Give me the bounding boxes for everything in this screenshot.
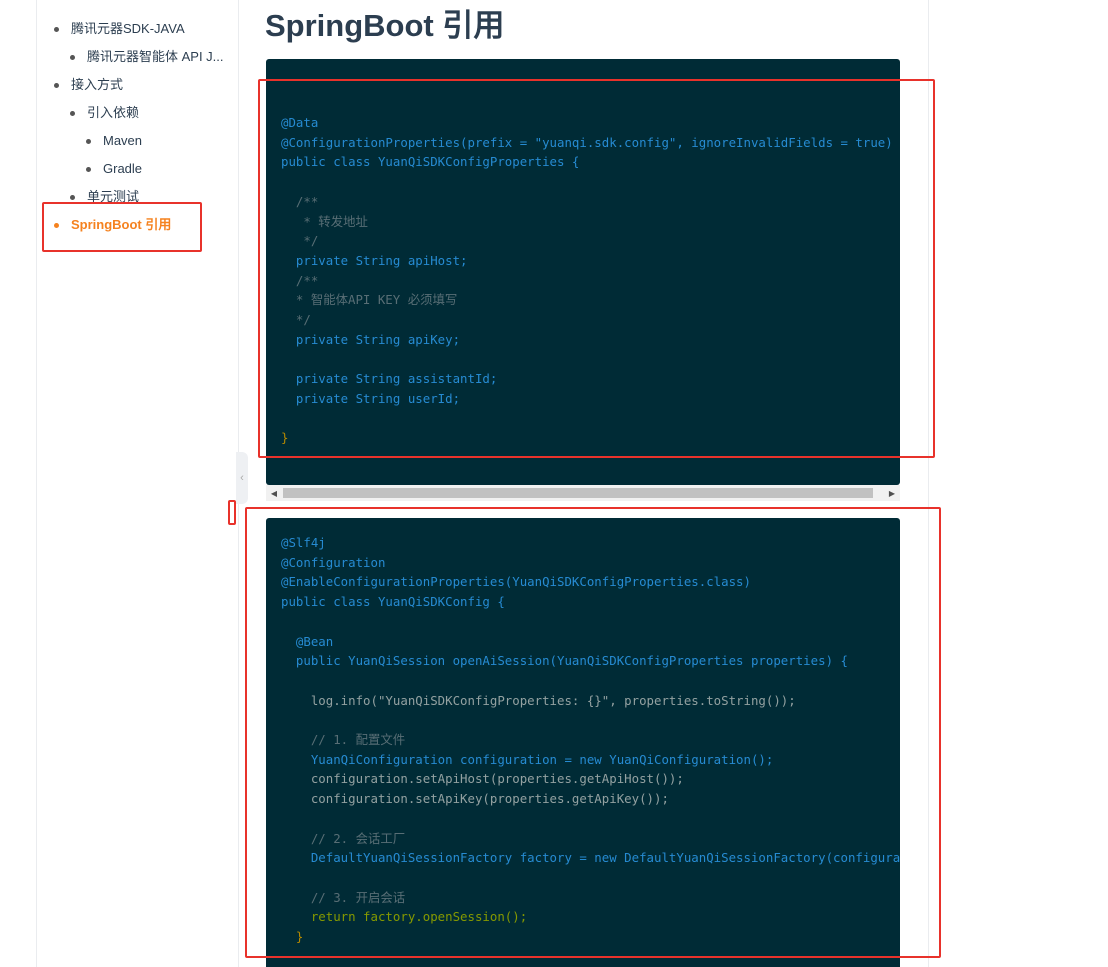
scroll-left-arrow-icon[interactable]: ◀ xyxy=(266,485,282,501)
bullet-icon xyxy=(86,166,91,172)
bullet-icon xyxy=(86,138,91,144)
toc-item-dependencies[interactable]: 引入依赖 xyxy=(70,104,139,122)
bullet-icon xyxy=(70,194,75,200)
scroll-right-arrow-icon[interactable]: ▶ xyxy=(884,485,900,501)
scrollbar-thumb[interactable] xyxy=(283,488,873,498)
chevron-left-icon: ‹ xyxy=(240,472,244,484)
toc-item-gradle[interactable]: Gradle xyxy=(86,160,142,178)
bullet-icon xyxy=(70,54,75,60)
annotation-highlight-toc xyxy=(42,202,202,252)
annotation-highlight-marker xyxy=(228,500,236,525)
annotation-highlight-code-block-2 xyxy=(245,507,941,958)
toc-item-agent-api[interactable]: 腾讯元器智能体 API J... xyxy=(70,48,224,66)
bullet-icon xyxy=(70,110,75,116)
page-title: SpringBoot 引用 xyxy=(265,8,505,43)
annotation-highlight-code-block-1 xyxy=(258,79,935,458)
sidebar-collapse-button[interactable]: ‹ xyxy=(236,452,248,504)
sidebar-border xyxy=(36,0,37,967)
horizontal-scrollbar[interactable]: ◀ ▶ xyxy=(266,485,900,501)
toc-item-maven[interactable]: Maven xyxy=(86,132,142,150)
bullet-icon xyxy=(54,82,59,88)
toc-item-sdk-java[interactable]: 腾讯元器SDK-JAVA xyxy=(54,20,185,38)
bullet-icon xyxy=(54,26,59,32)
toc-item-access-method[interactable]: 接入方式 xyxy=(54,76,123,94)
